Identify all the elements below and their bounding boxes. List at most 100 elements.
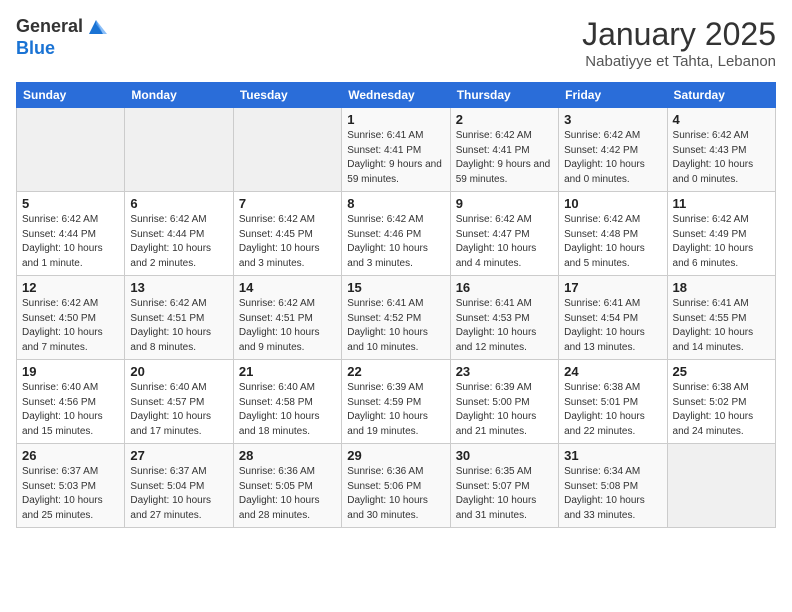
day-header-wednesday: Wednesday — [342, 83, 450, 108]
calendar-cell: 24 Sunrise: 6:38 AM Sunset: 5:01 PM Dayli… — [559, 360, 667, 444]
calendar-cell: 17Sunrise: 6:41 AM Sunset: 4:54 PM Dayli… — [559, 276, 667, 360]
day-number: 4 — [673, 112, 770, 127]
day-info: Sunrise: 6:42 AM Sunset: 4:42 PM Dayligh… — [564, 129, 661, 187]
calendar-cell: 21Sunrise: 6:40 AM Sunset: 4:58 PM Dayli… — [233, 360, 341, 444]
day-info: Sunrise: 6:42 AM Sunset: 4:51 PM Dayligh… — [239, 297, 336, 355]
day-number: 27 — [130, 448, 227, 463]
calendar-cell: 18Sunrise: 6:41 AM Sunset: 4:55 PM Dayli… — [667, 276, 775, 360]
day-number: 30 — [456, 448, 553, 463]
day-number: 8 — [347, 196, 444, 211]
title-block: January 2025 Nabatiyye et Tahta, Lebanon — [582, 16, 776, 70]
calendar-cell: 23 Sunrise: 6:39 AM Sunset: 5:00 PM Dayli… — [450, 360, 558, 444]
day-info: Sunrise: 6:42 AM Sunset: 4:41 PM Dayligh… — [456, 129, 553, 187]
day-number: 23 — [456, 364, 553, 379]
day-info: Sunrise: 6:41 AM Sunset: 4:52 PM Dayligh… — [347, 297, 444, 355]
logo-blue: Blue — [16, 38, 55, 58]
day-number: 22 — [347, 364, 444, 379]
day-info: Sunrise: 6:34 AM Sunset: 5:08 PM Dayligh… — [564, 465, 661, 523]
day-number: 19 — [22, 364, 119, 379]
calendar-cell — [17, 108, 125, 192]
day-number: 18 — [673, 280, 770, 295]
day-number: 1 — [347, 112, 444, 127]
day-number: 3 — [564, 112, 661, 127]
logo-icon — [85, 16, 107, 38]
day-info: Sunrise: 6:42 AM Sunset: 4:44 PM Dayligh… — [22, 213, 119, 271]
calendar-cell: 10 Sunrise: 6:42 AM Sunset: 4:48 PM Dayli… — [559, 192, 667, 276]
week-row-4: 19Sunrise: 6:40 AM Sunset: 4:56 PM Dayli… — [17, 360, 776, 444]
calendar-cell: 12 Sunrise: 6:42 AM Sunset: 4:50 PM Dayli… — [17, 276, 125, 360]
day-number: 25 — [673, 364, 770, 379]
day-info: Sunrise: 6:42 AM Sunset: 4:49 PM Dayligh… — [673, 213, 770, 271]
day-number: 28 — [239, 448, 336, 463]
day-info: Sunrise: 6:40 AM Sunset: 4:57 PM Dayligh… — [130, 381, 227, 439]
day-info: Sunrise: 6:35 AM Sunset: 5:07 PM Dayligh… — [456, 465, 553, 523]
calendar-cell: 19Sunrise: 6:40 AM Sunset: 4:56 PM Dayli… — [17, 360, 125, 444]
day-header-tuesday: Tuesday — [233, 83, 341, 108]
calendar-cell: 2Sunrise: 6:42 AM Sunset: 4:41 PM Daylig… — [450, 108, 558, 192]
calendar-cell: 5 Sunrise: 6:42 AM Sunset: 4:44 PM Daylig… — [17, 192, 125, 276]
days-header-row: SundayMondayTuesdayWednesdayThursdayFrid… — [17, 83, 776, 108]
day-number: 11 — [673, 196, 770, 211]
calendar-cell: 31Sunrise: 6:34 AM Sunset: 5:08 PM Dayli… — [559, 444, 667, 528]
day-header-friday: Friday — [559, 83, 667, 108]
logo: General Blue — [16, 16, 107, 60]
logo-general: General — [16, 16, 83, 38]
calendar-cell: 28Sunrise: 6:36 AM Sunset: 5:05 PM Dayli… — [233, 444, 341, 528]
day-number: 20 — [130, 364, 227, 379]
day-number: 15 — [347, 280, 444, 295]
day-number: 9 — [456, 196, 553, 211]
calendar-cell: 30 Sunrise: 6:35 AM Sunset: 5:07 PM Dayli… — [450, 444, 558, 528]
week-row-2: 5 Sunrise: 6:42 AM Sunset: 4:44 PM Daylig… — [17, 192, 776, 276]
calendar-cell — [233, 108, 341, 192]
day-info: Sunrise: 6:41 AM Sunset: 4:54 PM Dayligh… — [564, 297, 661, 355]
calendar-cell: 3 Sunrise: 6:42 AM Sunset: 4:42 PM Daylig… — [559, 108, 667, 192]
day-info: Sunrise: 6:41 AM Sunset: 4:41 PM Dayligh… — [347, 129, 444, 187]
day-info: Sunrise: 6:42 AM Sunset: 4:51 PM Dayligh… — [130, 297, 227, 355]
day-header-monday: Monday — [125, 83, 233, 108]
calendar-cell: 15 Sunrise: 6:41 AM Sunset: 4:52 PM Dayli… — [342, 276, 450, 360]
day-number: 7 — [239, 196, 336, 211]
day-info: Sunrise: 6:37 AM Sunset: 5:04 PM Dayligh… — [130, 465, 227, 523]
calendar-cell: 29 Sunrise: 6:36 AM Sunset: 5:06 PM Dayli… — [342, 444, 450, 528]
day-info: Sunrise: 6:42 AM Sunset: 4:46 PM Dayligh… — [347, 213, 444, 271]
day-number: 24 — [564, 364, 661, 379]
day-number: 10 — [564, 196, 661, 211]
day-number: 6 — [130, 196, 227, 211]
calendar-subtitle: Nabatiyye et Tahta, Lebanon — [582, 53, 776, 70]
day-info: Sunrise: 6:39 AM Sunset: 5:00 PM Dayligh… — [456, 381, 553, 439]
calendar-title: January 2025 — [582, 16, 776, 53]
day-info: Sunrise: 6:42 AM Sunset: 4:43 PM Dayligh… — [673, 129, 770, 187]
day-info: Sunrise: 6:42 AM Sunset: 4:48 PM Dayligh… — [564, 213, 661, 271]
day-number: 26 — [22, 448, 119, 463]
day-header-thursday: Thursday — [450, 83, 558, 108]
day-info: Sunrise: 6:42 AM Sunset: 4:47 PM Dayligh… — [456, 213, 553, 271]
day-header-sunday: Sunday — [17, 83, 125, 108]
day-info: Sunrise: 6:40 AM Sunset: 4:58 PM Dayligh… — [239, 381, 336, 439]
day-number: 5 — [22, 196, 119, 211]
calendar-cell: 20 Sunrise: 6:40 AM Sunset: 4:57 PM Dayli… — [125, 360, 233, 444]
day-info: Sunrise: 6:37 AM Sunset: 5:03 PM Dayligh… — [22, 465, 119, 523]
page-header: General Blue January 2025 Nabatiyye et T… — [16, 16, 776, 70]
day-number: 29 — [347, 448, 444, 463]
calendar-cell: 26 Sunrise: 6:37 AM Sunset: 5:03 PM Dayli… — [17, 444, 125, 528]
day-info: Sunrise: 6:42 AM Sunset: 4:50 PM Dayligh… — [22, 297, 119, 355]
day-info: Sunrise: 6:38 AM Sunset: 5:02 PM Dayligh… — [673, 381, 770, 439]
calendar-table: SundayMondayTuesdayWednesdayThursdayFrid… — [16, 82, 776, 528]
calendar-cell: 1 Sunrise: 6:41 AM Sunset: 4:41 PM Daylig… — [342, 108, 450, 192]
calendar-cell: 13 Sunrise: 6:42 AM Sunset: 4:51 PM Dayli… — [125, 276, 233, 360]
calendar-cell — [125, 108, 233, 192]
calendar-cell: 27 Sunrise: 6:37 AM Sunset: 5:04 PM Dayli… — [125, 444, 233, 528]
day-number: 14 — [239, 280, 336, 295]
calendar-cell: 25 Sunrise: 6:38 AM Sunset: 5:02 PM Dayli… — [667, 360, 775, 444]
week-row-1: 1 Sunrise: 6:41 AM Sunset: 4:41 PM Daylig… — [17, 108, 776, 192]
calendar-cell: 8 Sunrise: 6:42 AM Sunset: 4:46 PM Daylig… — [342, 192, 450, 276]
day-number: 12 — [22, 280, 119, 295]
calendar-cell: 14 Sunrise: 6:42 AM Sunset: 4:51 PM Dayli… — [233, 276, 341, 360]
calendar-cell — [667, 444, 775, 528]
calendar-cell: 4 Sunrise: 6:42 AM Sunset: 4:43 PM Daylig… — [667, 108, 775, 192]
day-number: 13 — [130, 280, 227, 295]
calendar-cell: 7Sunrise: 6:42 AM Sunset: 4:45 PM Daylig… — [233, 192, 341, 276]
day-info: Sunrise: 6:36 AM Sunset: 5:06 PM Dayligh… — [347, 465, 444, 523]
day-info: Sunrise: 6:42 AM Sunset: 4:44 PM Dayligh… — [130, 213, 227, 271]
day-info: Sunrise: 6:38 AM Sunset: 5:01 PM Dayligh… — [564, 381, 661, 439]
